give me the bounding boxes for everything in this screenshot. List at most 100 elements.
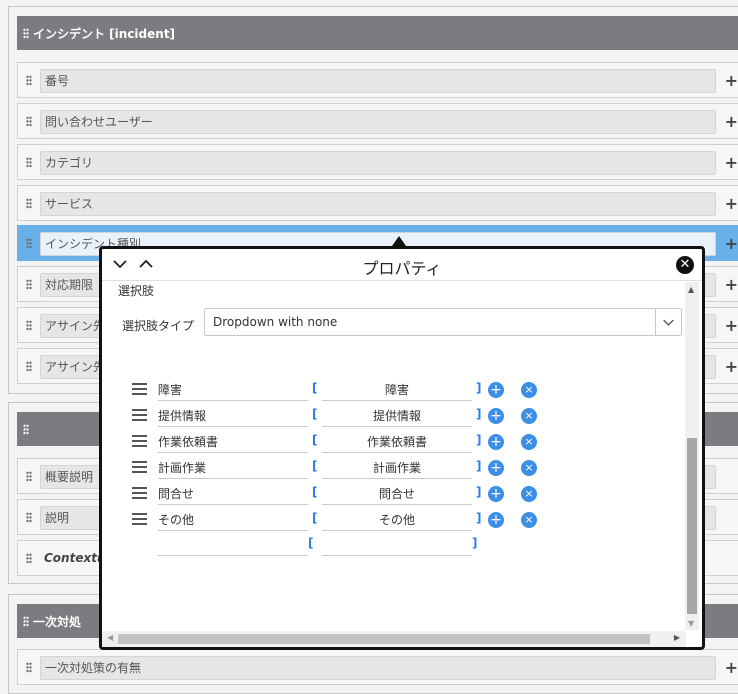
- incident-section-header[interactable]: インシデント [incident]: [17, 16, 738, 50]
- dialog-title: プロパティ: [362, 259, 442, 278]
- bracket-open: [: [312, 407, 318, 421]
- choice-value-input[interactable]: 問合せ: [322, 483, 472, 505]
- choice-type-select[interactable]: Dropdown with none: [204, 308, 682, 336]
- drag-handle-icon[interactable]: [26, 512, 32, 523]
- plus-icon[interactable]: +: [725, 316, 738, 335]
- scroll-up-icon[interactable]: ▲: [688, 285, 694, 294]
- field-label[interactable]: サービス: [40, 192, 716, 216]
- choice-row: 問合せ [ 問合せ ] + ×: [132, 481, 572, 507]
- horizontal-scrollbar[interactable]: ◀ ▶: [102, 631, 686, 647]
- chevron-down-icon[interactable]: [655, 309, 681, 335]
- field-label[interactable]: 一次対処策の有無: [40, 656, 716, 680]
- plus-icon[interactable]: +: [725, 357, 738, 376]
- choice-row: 提供情報 [ 提供情報 ] + ×: [132, 403, 572, 429]
- drag-handle-icon[interactable]: [26, 116, 32, 127]
- remove-choice-icon[interactable]: ×: [521, 434, 537, 450]
- plus-icon[interactable]: +: [725, 658, 738, 677]
- scrollbar-thumb[interactable]: [687, 438, 697, 614]
- plus-icon[interactable]: +: [725, 112, 738, 131]
- scroll-down-icon[interactable]: ▼: [688, 619, 694, 628]
- bracket-open: [: [312, 459, 318, 473]
- reorder-icon[interactable]: [132, 513, 147, 525]
- choice-type-value: Dropdown with none: [213, 315, 338, 329]
- dialog-pointer: [392, 236, 406, 246]
- plus-icon[interactable]: +: [725, 71, 738, 90]
- field-row-inquiry-user[interactable]: 問い合わせユーザー +: [17, 103, 738, 139]
- bracket-open: [: [312, 433, 318, 447]
- field-row-number[interactable]: 番号 +: [17, 62, 738, 98]
- new-choice-value-input[interactable]: [322, 534, 472, 556]
- drag-handle-icon[interactable]: [23, 615, 29, 627]
- drag-handle-icon[interactable]: [23, 423, 29, 435]
- add-choice-icon[interactable]: +: [488, 408, 504, 424]
- choice-label-input[interactable]: 提供情報: [158, 405, 308, 427]
- drag-handle-icon[interactable]: [26, 157, 32, 168]
- bracket-open: [: [312, 511, 318, 525]
- field-row-category[interactable]: カテゴリ +: [17, 144, 738, 180]
- add-choice-icon[interactable]: +: [488, 460, 504, 476]
- reorder-icon[interactable]: [132, 461, 147, 473]
- bracket-close: ]: [476, 381, 482, 395]
- choice-value-input[interactable]: 計画作業: [322, 457, 472, 479]
- reorder-icon[interactable]: [132, 435, 147, 447]
- plus-icon[interactable]: +: [725, 275, 738, 294]
- bracket-open: [: [308, 536, 314, 550]
- choice-label-input[interactable]: その他: [158, 509, 308, 531]
- choice-label-input[interactable]: 障害: [158, 379, 308, 401]
- choice-label-input[interactable]: 作業依頼書: [158, 431, 308, 453]
- remove-choice-icon[interactable]: ×: [521, 512, 537, 528]
- plus-icon[interactable]: +: [725, 153, 738, 172]
- bracket-close: ]: [476, 433, 482, 447]
- drag-handle-icon[interactable]: [26, 361, 32, 372]
- bracket-close: ]: [476, 459, 482, 473]
- close-icon[interactable]: ✕: [676, 256, 694, 274]
- section-title: 一次対処: [33, 614, 82, 629]
- remove-choice-icon[interactable]: ×: [521, 408, 537, 424]
- scroll-left-icon[interactable]: ◀: [107, 633, 113, 642]
- scroll-right-icon[interactable]: ▶: [674, 633, 680, 642]
- add-choice-icon[interactable]: +: [488, 382, 504, 398]
- drag-handle-icon[interactable]: [26, 471, 32, 482]
- choice-label-input[interactable]: 問合せ: [158, 483, 308, 505]
- choice-value-input[interactable]: 障害: [322, 379, 472, 401]
- choice-value-input[interactable]: 提供情報: [322, 405, 472, 427]
- bracket-open: [: [312, 485, 318, 499]
- choice-value-input[interactable]: その他: [322, 509, 472, 531]
- add-choice-icon[interactable]: +: [488, 486, 504, 502]
- bracket-close: ]: [476, 485, 482, 499]
- dialog-header: プロパティ ✕: [102, 249, 702, 281]
- choice-label-input[interactable]: 計画作業: [158, 457, 308, 479]
- field-label[interactable]: 番号: [40, 69, 716, 93]
- drag-handle-icon[interactable]: [23, 27, 29, 39]
- choice-type-label: 選択肢タイプ: [122, 319, 195, 333]
- drag-handle-icon[interactable]: [26, 662, 32, 673]
- choices-section-label: 選択肢: [118, 284, 155, 298]
- field-label[interactable]: カテゴリ: [40, 151, 716, 175]
- drag-handle-icon[interactable]: [26, 553, 32, 564]
- choice-value-input[interactable]: 作業依頼書: [322, 431, 472, 453]
- vertical-scrollbar[interactable]: ▲ ▼: [685, 282, 699, 630]
- drag-handle-icon[interactable]: [26, 320, 32, 331]
- plus-icon[interactable]: +: [725, 234, 738, 253]
- new-choice-label-input[interactable]: [158, 534, 308, 556]
- drag-handle-icon[interactable]: [26, 279, 32, 290]
- reorder-icon[interactable]: [132, 383, 147, 395]
- add-choice-icon[interactable]: +: [488, 512, 504, 528]
- drag-handle-icon[interactable]: [26, 75, 32, 86]
- scrollbar-thumb[interactable]: [118, 634, 650, 644]
- drag-handle-icon[interactable]: [26, 198, 32, 209]
- field-label[interactable]: 問い合わせユーザー: [40, 110, 716, 134]
- choice-row: 障害 [ 障害 ] + ×: [132, 377, 572, 403]
- bracket-close: ]: [476, 511, 482, 525]
- remove-choice-icon[interactable]: ×: [521, 460, 537, 476]
- field-row-service[interactable]: サービス +: [17, 185, 738, 221]
- bracket-close: ]: [472, 536, 478, 550]
- remove-choice-icon[interactable]: ×: [521, 486, 537, 502]
- add-choice-icon[interactable]: +: [488, 434, 504, 450]
- section-title: インシデント [incident]: [33, 26, 176, 41]
- reorder-icon[interactable]: [132, 487, 147, 499]
- reorder-icon[interactable]: [132, 409, 147, 421]
- remove-choice-icon[interactable]: ×: [521, 382, 537, 398]
- plus-icon[interactable]: +: [725, 194, 738, 213]
- drag-handle-icon[interactable]: [26, 238, 32, 249]
